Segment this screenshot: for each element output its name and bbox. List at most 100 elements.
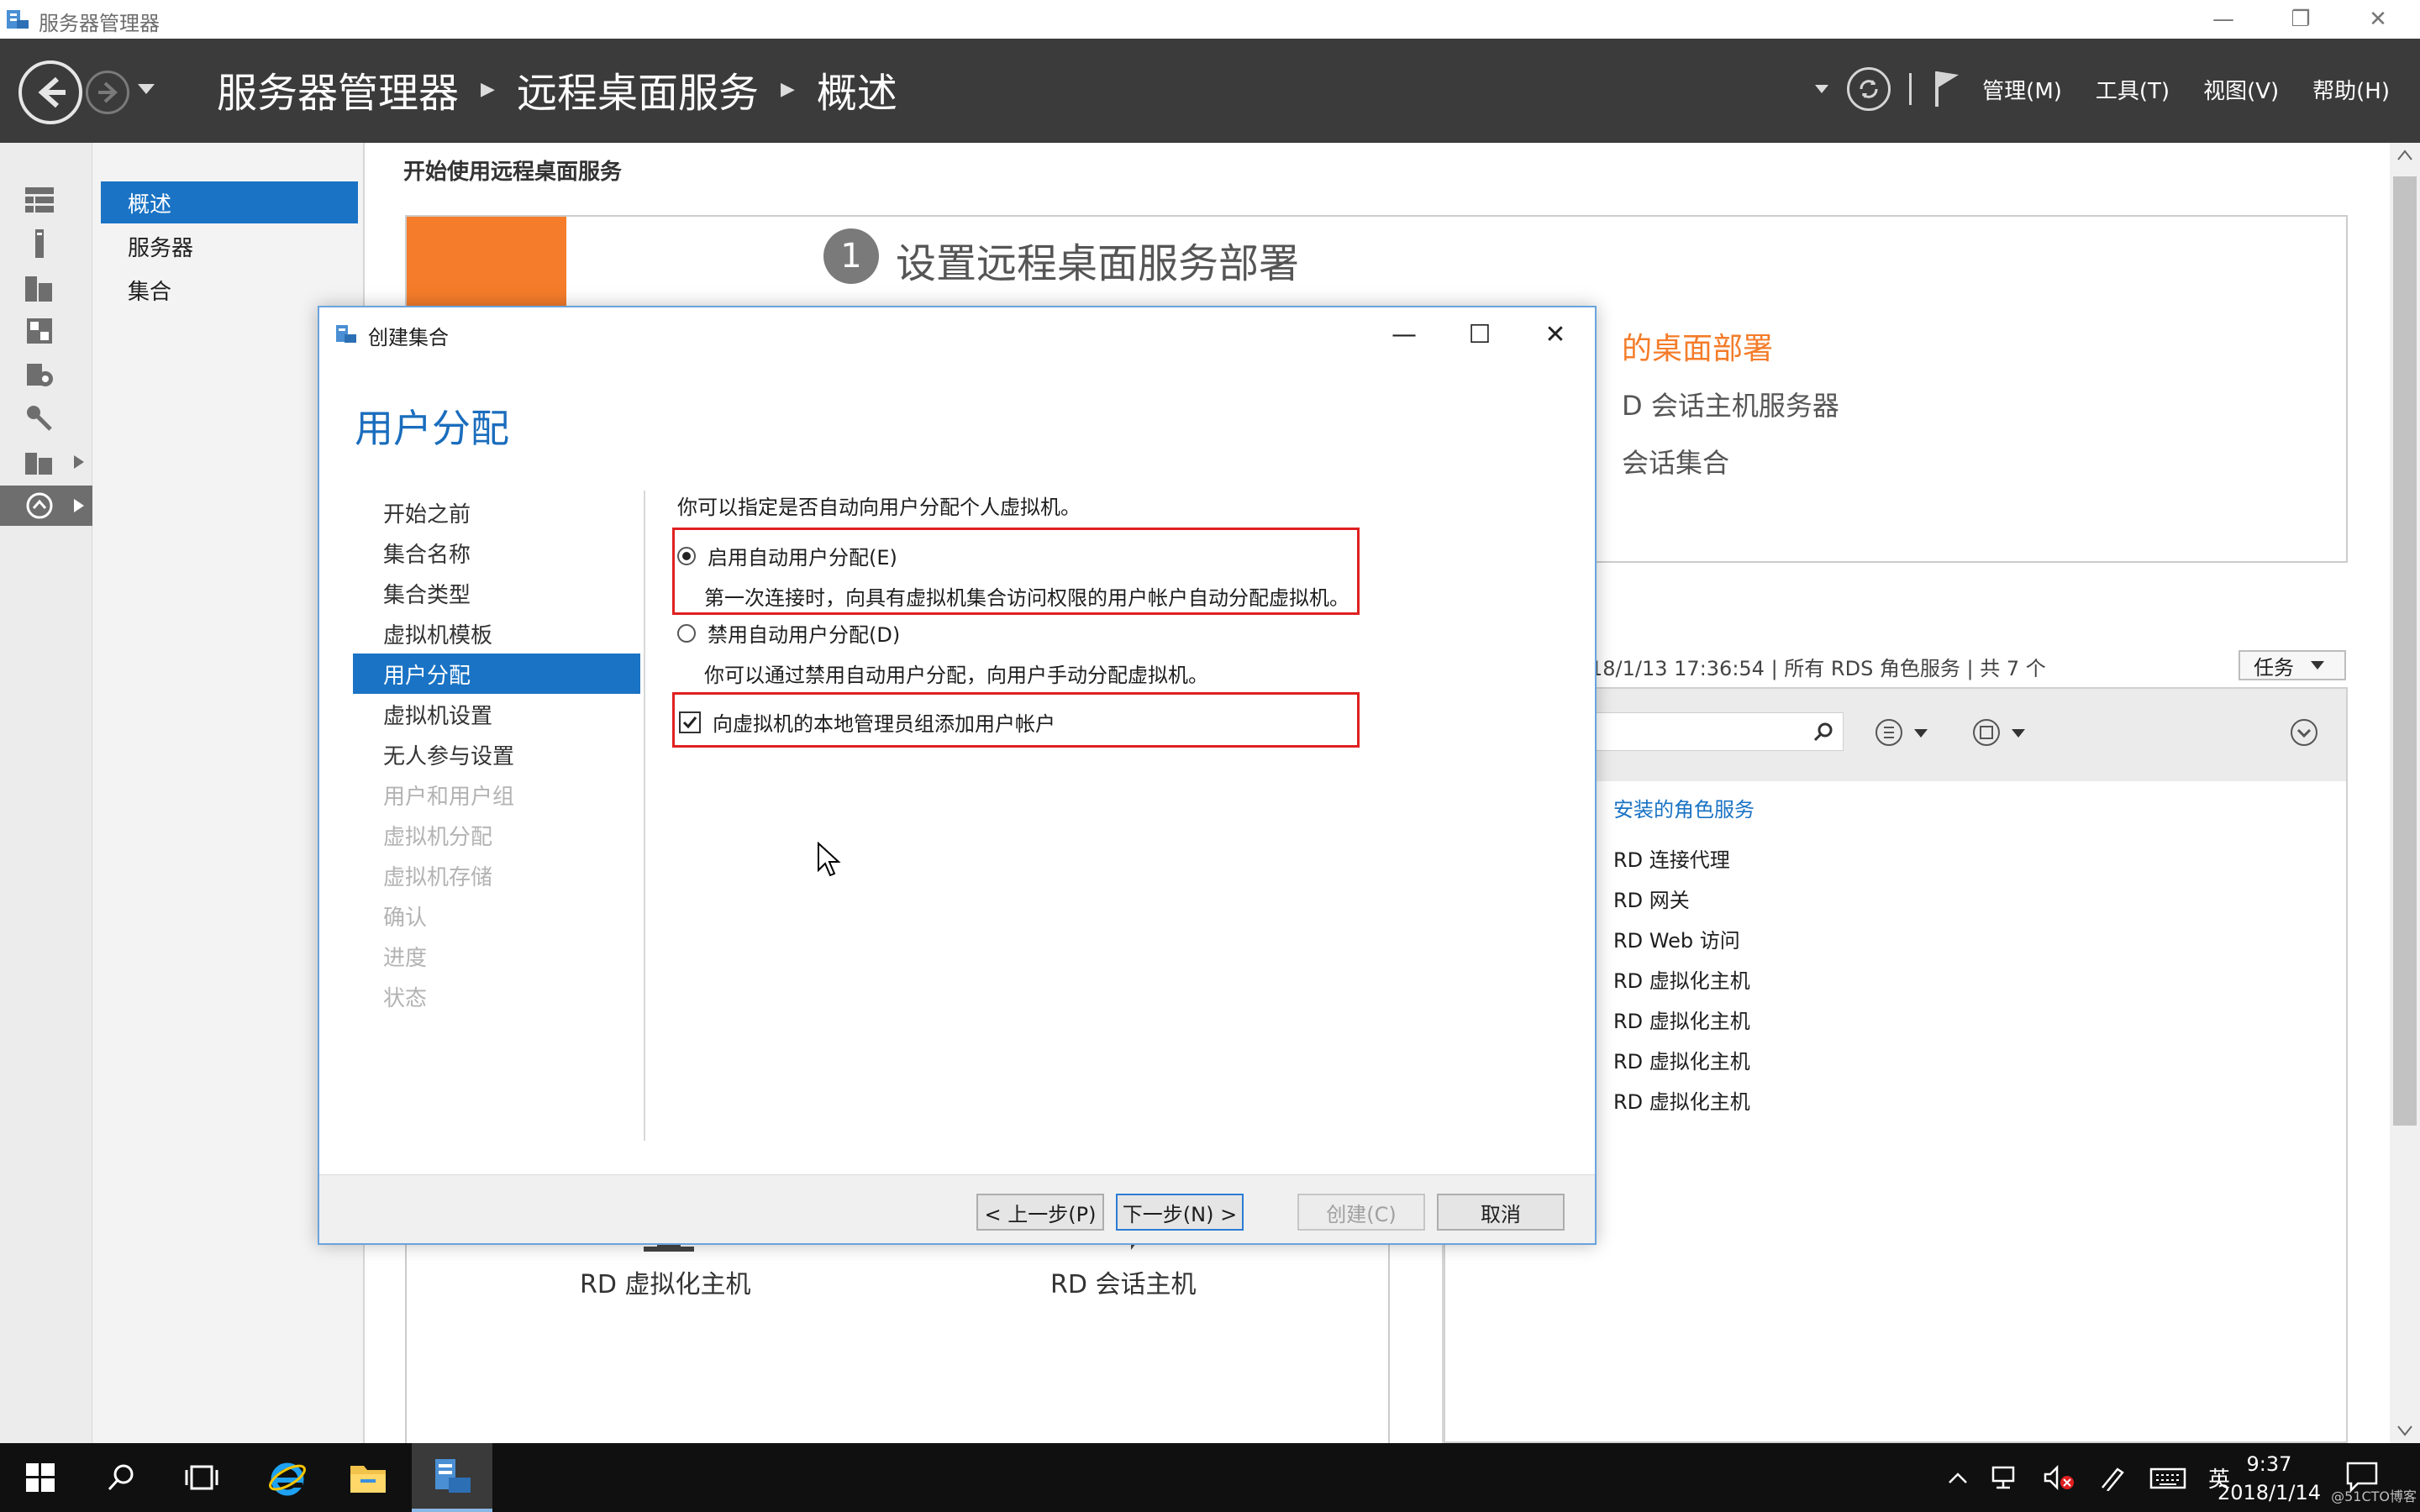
network-icon[interactable]	[1990, 1464, 2020, 1491]
rail-all-servers[interactable]	[0, 267, 92, 307]
menu-help[interactable]: 帮助(H)	[2312, 74, 2390, 105]
step-title: 设置远程桌面服务部署	[896, 240, 1300, 287]
role-row[interactable]: RD 虚拟化主机	[1613, 1045, 1750, 1074]
list-options-icon[interactable]	[1874, 716, 1933, 749]
server-manager-header: 服务器管理器 ▶ 远程桌面服务 ▶ 概述 管理(M) 工具(T) 视图(V) 帮…	[0, 39, 2420, 143]
scroll-thumb[interactable]	[2393, 176, 2417, 1126]
refresh-icon	[1860, 80, 1878, 98]
scroll-up-icon[interactable]	[2396, 148, 2413, 161]
remote-desktop-icon	[26, 492, 53, 519]
header-divider	[1909, 73, 1912, 105]
disable-auto-assignment-radio[interactable]	[677, 623, 696, 643]
header-menu: 管理(M) 工具(T) 视图(V) 帮助(H)	[1982, 64, 2390, 114]
minimize-icon: —	[2212, 7, 2234, 32]
volume-muted-icon[interactable]	[2042, 1464, 2075, 1491]
nav-item-collections[interactable]: 集合	[101, 269, 358, 311]
role-row[interactable]: RD 网关	[1613, 884, 1690, 913]
notifications-flag-icon[interactable]	[1930, 68, 1964, 110]
expand-arrow-icon[interactable]	[74, 455, 84, 469]
breadcrumb-separator-icon: ▶	[780, 78, 795, 100]
wizard-step-status: 状态	[383, 985, 428, 1011]
clock-date: 2018/1/14	[2217, 1481, 2321, 1504]
add-to-local-admins-option[interactable]: 向虚拟机的本地管理员组添加用户帐户	[679, 707, 1055, 737]
wizard-step-unattended-settings[interactable]: 无人参与设置	[353, 734, 640, 774]
enable-auto-assignment-option[interactable]: 启用自动用户分配(E)	[677, 541, 897, 570]
disable-auto-assignment-option[interactable]: 禁用自动用户分配(D)	[677, 618, 900, 648]
file-explorer-button[interactable]	[328, 1443, 408, 1512]
wizard-step-vm-allocation: 虚拟机分配	[383, 824, 493, 850]
user-assignment-intro: 你可以指定是否自动向用户分配个人虚拟机。	[677, 496, 1081, 519]
role-row[interactable]: RD 虚拟化主机	[1613, 1085, 1750, 1115]
show-hidden-icons-icon[interactable]	[1948, 1471, 1968, 1484]
disable-auto-assignment-description: 你可以通过禁用自动用户分配，向用户手动分配虚拟机。	[704, 664, 1208, 687]
scroll-down-icon[interactable]	[2396, 1425, 2413, 1438]
pen-workspace-icon[interactable]	[2097, 1464, 2128, 1491]
menu-view[interactable]: 视图(V)	[2203, 74, 2279, 105]
minimize-button[interactable]: —	[2185, 0, 2262, 39]
rail-file-storage[interactable]	[0, 311, 92, 351]
close-button[interactable]: ✕	[2339, 0, 2417, 39]
rail-local-server[interactable]	[0, 223, 92, 264]
dialog-close-button[interactable]: ✕	[1518, 307, 1593, 361]
forward-button[interactable]	[86, 71, 129, 114]
wizard-step-users-groups: 用户和用户组	[383, 784, 515, 810]
search-button[interactable]	[81, 1443, 161, 1512]
wizard-step-user-assignment[interactable]: 用户分配	[353, 654, 640, 694]
wizard-step-collection-name[interactable]: 集合名称	[353, 533, 640, 573]
back-button[interactable]	[18, 60, 82, 124]
task-view-button[interactable]	[161, 1443, 242, 1512]
breadcrumb-remote-desktop[interactable]: 远程桌面服务	[517, 60, 759, 118]
rail-file-services[interactable]	[0, 442, 92, 482]
role-row[interactable]: RD 虚拟化主机	[1613, 1005, 1750, 1034]
deployment-status-line: 18/1/13 17:36:54 | 所有 RDS 角色服务 | 共 7 个	[1590, 657, 2046, 680]
dialog-minimize-button[interactable]: —	[1366, 307, 1442, 361]
breadcrumb-server-manager[interactable]: 服务器管理器	[217, 60, 459, 118]
wizard-step-vm-template[interactable]: 虚拟机模板	[353, 613, 640, 654]
dialog-maximize-button[interactable]: ☐	[1442, 307, 1518, 361]
window-titlebar: 服务器管理器 — ❐ ✕	[0, 0, 2420, 39]
disable-auto-assignment-label[interactable]: 禁用自动用户分配(D)	[708, 618, 900, 648]
rail-hyper-v[interactable]	[0, 354, 92, 395]
create-collection-dialog: 创建集合 — ☐ ✕ 用户分配 开始之前 集合名称 集合类型 虚拟机模板 用户分…	[318, 306, 1597, 1245]
role-row[interactable]: RD 虚拟化主机	[1613, 964, 1750, 994]
rail-iis[interactable]	[0, 398, 92, 438]
menu-tools[interactable]: 工具(T)	[2096, 74, 2170, 105]
previous-button[interactable]: < 上一步(P)	[976, 1194, 1104, 1231]
menu-manage[interactable]: 管理(M)	[1982, 74, 2062, 105]
history-dropdown-icon[interactable]	[138, 84, 155, 94]
save-query-icon[interactable]	[1971, 716, 2030, 749]
wizard-step-before-you-begin[interactable]: 开始之前	[353, 492, 640, 533]
cancel-button[interactable]: 取消	[1437, 1194, 1565, 1231]
refresh-dropdown-icon[interactable]	[1815, 85, 1828, 93]
wizard-step-vm-settings[interactable]: 虚拟机设置	[353, 694, 640, 734]
enable-auto-assignment-label[interactable]: 启用自动用户分配(E)	[708, 541, 897, 570]
wizard-step-collection-type[interactable]: 集合类型	[353, 573, 640, 613]
restore-button[interactable]: ❐	[2262, 0, 2339, 39]
nav-item-overview[interactable]: 概述	[101, 181, 358, 223]
taskbar-clock[interactable]: 9:37 2018/1/14	[2217, 1450, 2321, 1507]
rail-remote-desktop[interactable]	[0, 486, 92, 526]
tasks-button[interactable]: 任务	[2238, 650, 2346, 680]
touch-keyboard-icon[interactable]	[2149, 1464, 2186, 1491]
server-manager-taskbar-button[interactable]	[412, 1443, 492, 1512]
refresh-button[interactable]	[1847, 67, 1891, 111]
role-row[interactable]: RD Web 访问	[1613, 924, 1740, 953]
role-row[interactable]: RD 连接代理	[1613, 843, 1730, 873]
column-header-roles[interactable]: 安装的角色服务	[1613, 793, 1754, 822]
wizard-step-progress: 进度	[383, 945, 428, 971]
dashboard-icon	[25, 187, 54, 213]
header-tools	[1815, 64, 1964, 114]
next-button[interactable]: 下一步(N) >	[1116, 1194, 1244, 1231]
internet-explorer-button[interactable]	[247, 1443, 328, 1512]
collapse-chevron-icon[interactable]	[2287, 716, 2321, 749]
enable-auto-assignment-radio[interactable]	[677, 546, 696, 565]
rail-dashboard[interactable]	[0, 180, 92, 220]
add-to-local-admins-checkbox[interactable]	[679, 711, 701, 733]
quickstart-link[interactable]: 的桌面部署	[1622, 324, 1773, 368]
expand-arrow-icon[interactable]	[74, 499, 84, 512]
add-to-local-admins-label[interactable]: 向虚拟机的本地管理员组添加用户帐户	[713, 707, 1055, 737]
nav-item-servers[interactable]: 服务器	[101, 225, 358, 267]
window-title: 服务器管理器	[39, 12, 160, 35]
start-button[interactable]	[0, 1443, 81, 1512]
tasks-label: 任务	[2254, 655, 2294, 680]
